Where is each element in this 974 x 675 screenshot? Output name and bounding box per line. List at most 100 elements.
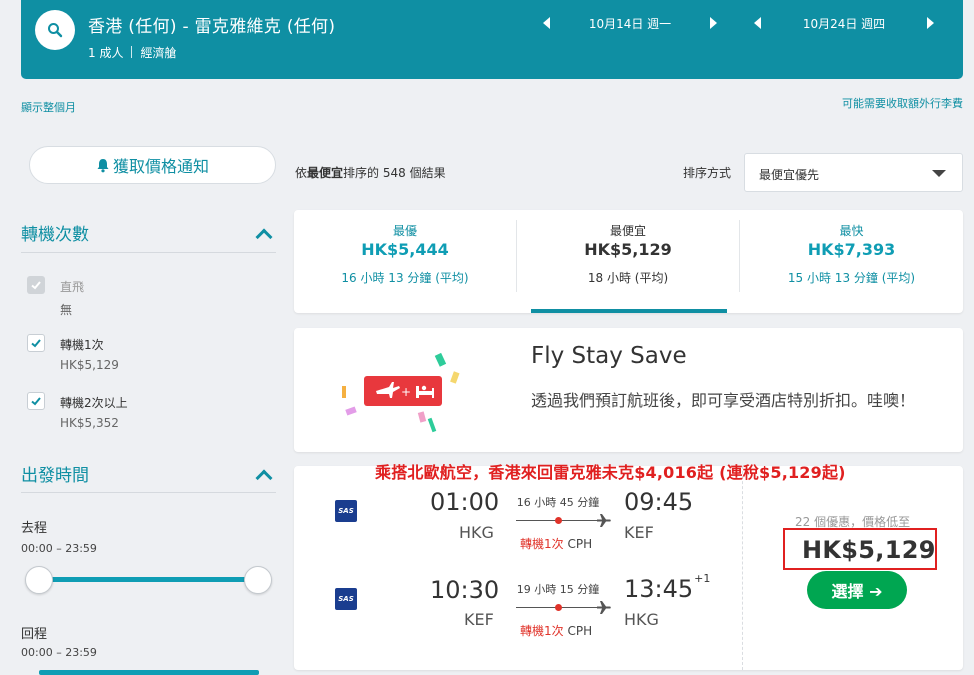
promo-description: 透過我們預訂航班後，即可享受酒店特別折扣。哇噢！ — [531, 391, 916, 410]
tab-label: 最優 — [392, 224, 417, 238]
tab-label: 最便宜 — [609, 224, 646, 238]
sort-tabs: 最優 HK$5,444 16 小時 13 分鐘 (平均) 最便宜 HK$5,12… — [294, 210, 963, 313]
outbound-slider-min-handle[interactable] — [25, 566, 53, 594]
collapse-departure-chevron-icon[interactable] — [255, 469, 273, 487]
return-date[interactable]: 10月24日 週四 — [761, 15, 927, 32]
tab-duration: 16 小時 13 分鐘 (平均) — [341, 271, 469, 285]
sort-dropdown[interactable]: 最便宜優先 — [744, 153, 963, 192]
return-label: 回程 — [21, 627, 48, 642]
two-plus-stops-label: 轉機2次以上 — [60, 396, 128, 410]
outbound-duration: 16 小時 45 分鐘 — [516, 496, 600, 509]
stop-count: 轉機1次 — [520, 537, 564, 551]
outbound-arrival-time: 09:45 — [624, 488, 694, 516]
two-plus-stops-price: HK$5,352 — [60, 416, 119, 430]
check-icon — [31, 397, 41, 406]
active-tab-indicator — [531, 309, 727, 313]
sort-label: 排序方式 — [683, 166, 732, 180]
sas-airline-logo: SAS — [335, 500, 357, 522]
tab-price: HK$5,444 — [361, 240, 449, 259]
promo-title: Fly Stay Save — [531, 343, 687, 369]
day-offset: +1 — [694, 572, 711, 585]
tab-duration: 15 小時 13 分鐘 (平均) — [787, 271, 916, 285]
departure-time-section-title[interactable]: 出發時間 — [21, 461, 89, 486]
inbound-arrival-airport: HKG — [624, 610, 659, 629]
collapse-stops-chevron-icon[interactable] — [255, 228, 273, 246]
passenger-cabin-summary: 1 成人 經濟艙 — [88, 44, 176, 61]
price-alert-label: 獲取價格通知 — [112, 157, 209, 176]
sas-airline-logo: SAS — [335, 588, 357, 610]
return-time-range: 00:00 – 23:59 — [21, 646, 97, 659]
outbound-time-range: 00:00 – 23:59 — [21, 542, 97, 555]
bell-icon — [97, 158, 109, 172]
stop-dot — [555, 604, 562, 611]
one-stop-price: HK$5,129 — [60, 358, 119, 372]
two-plus-stops-checkbox[interactable] — [27, 392, 45, 410]
next-depart-date-icon[interactable] — [710, 17, 717, 29]
outbound-departure-airport: HKG — [459, 523, 494, 542]
stop-dot — [555, 517, 562, 524]
depart-date-nav: 10月14日 週一 — [543, 14, 717, 32]
check-icon — [31, 339, 41, 348]
dropdown-arrow-icon — [932, 170, 946, 177]
outbound-arrival-airport: KEF — [624, 523, 654, 542]
stop-count: 轉機1次 — [520, 624, 564, 638]
outbound-departure-time: 01:00 — [430, 488, 500, 516]
depart-date[interactable]: 10月14日 週一 — [550, 15, 710, 32]
inbound-departure-time: 10:30 — [430, 576, 500, 604]
outbound-stop-info: 轉機1次 CPH — [520, 535, 592, 552]
promo-card[interactable]: + Fly Stay Save 透過我們預訂航班後，即可享受酒店特別折扣。哇噢！ — [294, 328, 963, 452]
next-return-date-icon[interactable] — [927, 17, 934, 29]
flight-hotel-icon: + — [342, 352, 460, 433]
prev-depart-date-icon[interactable] — [543, 17, 550, 29]
price-highlight-box: HK$5,129 — [783, 528, 937, 570]
search-summary-bar[interactable]: 香港 (任何) - 雷克雅維克 (任何) 1 成人 經濟艙 10月14日 週一 1… — [21, 0, 963, 79]
passenger-count: 1 成人 — [88, 46, 124, 60]
select-flight-button[interactable]: 選擇 ➔ — [807, 571, 907, 609]
tab-label: 最快 — [839, 224, 864, 238]
search-button[interactable] — [35, 10, 75, 50]
plane-icon — [597, 601, 611, 614]
tab-best[interactable]: 最優 HK$5,444 16 小時 13 分鐘 (平均) — [294, 210, 516, 313]
direct-checkbox[interactable] — [27, 276, 45, 294]
divider — [21, 492, 276, 493]
divider — [131, 46, 133, 58]
direct-label: 直飛 — [60, 280, 85, 294]
tab-cheapest[interactable]: 最便宜 HK$5,129 18 小時 (平均) — [517, 210, 739, 313]
tab-price: HK$7,393 — [807, 240, 896, 259]
return-date-nav: 10月24日 週四 — [754, 14, 934, 32]
route-title: 香港 (任何) - 雷克雅維克 (任何) — [88, 17, 336, 37]
one-stop-label: 轉機1次 — [60, 338, 104, 352]
one-stop-checkbox[interactable] — [27, 334, 45, 352]
tab-duration: 18 小時 (平均) — [587, 271, 669, 285]
results-count-sort: 最便宜 — [307, 166, 344, 180]
svg-text:+: + — [401, 385, 411, 399]
outbound-time-slider[interactable] — [39, 577, 259, 582]
divider — [21, 252, 276, 253]
tab-fastest[interactable]: 最快 HK$7,393 15 小時 13 分鐘 (平均) — [740, 210, 963, 313]
outbound-label: 去程 — [21, 521, 48, 536]
tab-price: HK$5,129 — [584, 240, 672, 259]
inbound-arrival-time: 13:45+1 — [624, 572, 711, 603]
direct-price: 無 — [60, 303, 73, 317]
plane-icon — [597, 514, 611, 527]
results-count: 依最便宜排序的 548 個結果 — [295, 164, 446, 181]
stop-airport: CPH — [567, 537, 593, 551]
stops-section-title[interactable]: 轉機次數 — [21, 220, 89, 245]
search-icon — [48, 23, 63, 38]
divider — [742, 466, 743, 670]
price-alert-button[interactable]: 獲取價格通知 — [29, 146, 276, 184]
results-count-prefix: 依 — [295, 166, 308, 180]
inbound-departure-airport: KEF — [464, 610, 494, 629]
stop-airport: CPH — [567, 624, 593, 638]
sort-value: 最便宜優先 — [759, 168, 820, 182]
flight-price: HK$5,129 — [802, 536, 936, 564]
show-whole-month-link[interactable]: 顯示整個月 — [21, 99, 76, 115]
outbound-slider-max-handle[interactable] — [244, 566, 272, 594]
prev-return-date-icon[interactable] — [754, 17, 761, 29]
baggage-fees-link[interactable]: 可能需要收取額外行李費 — [842, 95, 963, 111]
return-time-slider[interactable] — [39, 670, 259, 675]
inbound-duration: 19 小時 15 分鐘 — [516, 583, 600, 596]
results-count-suffix: 排序的 548 個結果 — [343, 166, 446, 180]
annotation-text: 乘搭北歐航空，香港來回雷克雅未克$4,016起 (連稅$5,129起) — [375, 463, 846, 482]
inbound-stop-info: 轉機1次 CPH — [520, 622, 592, 639]
